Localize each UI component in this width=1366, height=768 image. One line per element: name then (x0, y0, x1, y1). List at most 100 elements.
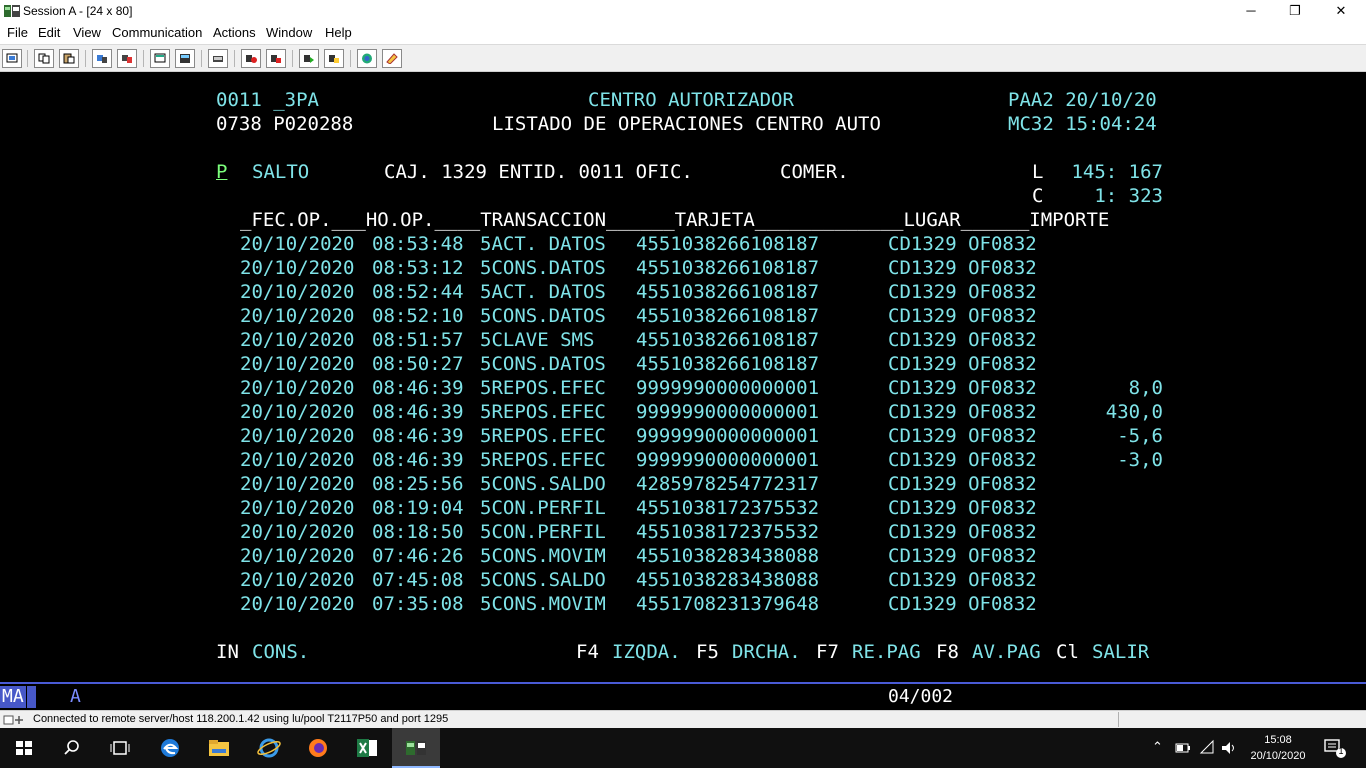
row-importe: 8,0 (1128, 377, 1163, 399)
toolbar-separator (292, 50, 293, 67)
maximize-button[interactable]: ❐ (1272, 0, 1318, 22)
row-fecha: 20/10/2020 (240, 377, 355, 399)
row-transaccion: 5CON.PERFIL (480, 521, 606, 543)
menu-file[interactable]: File (7, 25, 28, 40)
receive-file-icon[interactable] (117, 49, 137, 68)
row-transaccion: 5CONS.SALDO (480, 569, 606, 591)
help-tag-icon[interactable] (382, 49, 402, 68)
minimize-button[interactable]: ─ (1228, 0, 1274, 22)
row-lugar: CD1329 OF0832 (888, 305, 1037, 327)
title-bar: Session A - [24 x 80] ─ ❐ ✕ (0, 0, 1366, 22)
f8-av-pag[interactable]: AV.PAG (972, 640, 1041, 664)
toolbar-separator (143, 50, 144, 67)
taskbar: ⌃ 15:08 20/10/2020 1 (0, 728, 1366, 768)
row-transaccion: 5CONS.SALDO (480, 473, 606, 495)
pcomm-session-icon[interactable] (392, 728, 440, 768)
menu-actions[interactable]: Actions (213, 25, 256, 40)
row-transaccion: 5CON.PERFIL (480, 497, 606, 519)
row-importe: 430,0 (1105, 401, 1163, 423)
stop-macro-icon[interactable] (266, 49, 286, 68)
row-lugar: CD1329 OF0832 (888, 473, 1037, 495)
tray-clock[interactable]: 15:08 20/10/2020 (1250, 732, 1306, 764)
row-transaccion: 5ACT. DATOS (480, 233, 606, 255)
menu-communication[interactable]: Communication (112, 25, 202, 40)
caj-entid-ofic-label: CAJ. 1329 ENTID. 0011 OFIC. (384, 161, 693, 183)
action-center-icon[interactable]: 1 (1322, 736, 1348, 760)
toolbar-separator (350, 50, 351, 67)
record-macro-icon[interactable] (241, 49, 261, 68)
menu-edit[interactable]: Edit (38, 25, 60, 40)
line-label: L (1032, 161, 1044, 183)
f5-key[interactable]: F5 (696, 640, 719, 664)
cursor-position: 04/002 (888, 686, 954, 707)
row-transaccion: 5CONS.DATOS (480, 353, 606, 375)
keypad-icon[interactable] (175, 49, 195, 68)
windows-start-icon[interactable] (0, 728, 48, 768)
menu-bar: File Edit View Communication Actions Win… (0, 22, 1366, 44)
row-fecha: 20/10/2020 (240, 305, 355, 327)
edge-icon[interactable] (146, 728, 194, 768)
row-fecha: 20/10/2020 (240, 473, 355, 495)
row-fecha: 20/10/2020 (240, 233, 355, 255)
search-icon[interactable] (48, 728, 96, 768)
send-file-icon[interactable] (92, 49, 112, 68)
f8-key[interactable]: F8 (936, 640, 959, 664)
menu-help[interactable]: Help (325, 25, 352, 40)
display-setup-icon[interactable] (150, 49, 170, 68)
row-lugar: CD1329 OF0832 (888, 569, 1037, 591)
oia-mode: MA (0, 686, 26, 708)
toolbar-separator (201, 50, 202, 67)
row-tarjeta: 4551038283438088 (636, 569, 820, 591)
row-hora: 08:46:39 (372, 425, 464, 447)
in-value: CONS. (252, 641, 310, 663)
f4-izqda[interactable]: IZQDA. (612, 640, 681, 664)
row-fecha: 20/10/2020 (240, 329, 355, 351)
row-hora: 08:52:10 (372, 305, 464, 327)
macro-list-icon[interactable] (324, 49, 344, 68)
battery-icon[interactable] (1174, 739, 1192, 757)
f7-re-pag[interactable]: RE.PAG (852, 640, 921, 664)
row-tarjeta: 4551038266108187 (636, 257, 820, 279)
network-icon[interactable] (1199, 739, 1217, 757)
clear-key[interactable]: Cl (1056, 640, 1079, 664)
color-map-icon[interactable] (208, 49, 228, 68)
notification-count: 1 (1338, 746, 1344, 756)
internet-explorer-icon[interactable] (245, 728, 293, 768)
copy-icon[interactable] (34, 49, 54, 68)
row-hora: 08:25:56 (372, 473, 464, 495)
close-button[interactable]: ✕ (1318, 0, 1364, 22)
row-hora: 08:52:44 (372, 281, 464, 303)
row-transaccion: 5REPOS.EFEC (480, 449, 606, 471)
f4-key[interactable]: F4 (576, 640, 599, 664)
salto-label: SALTO (252, 161, 310, 183)
excel-icon[interactable] (343, 728, 391, 768)
chevron-up-icon[interactable]: ⌃ (1152, 739, 1163, 757)
row-hora: 08:53:12 (372, 257, 464, 279)
row-lugar: CD1329 OF0832 (888, 329, 1037, 351)
play-macro-icon[interactable] (299, 49, 319, 68)
row-importe: -5,6 (1117, 425, 1163, 447)
row-tarjeta: 4551708231379648 (636, 593, 820, 615)
menu-view[interactable]: View (73, 25, 101, 40)
row-hora: 07:46:26 (372, 545, 464, 567)
firefox-icon[interactable] (294, 728, 342, 768)
menu-window[interactable]: Window (266, 25, 312, 40)
f5-drcha[interactable]: DRCHA. (732, 640, 801, 664)
file-explorer-icon[interactable] (195, 728, 243, 768)
row-transaccion: 5CONS.MOVIM (480, 545, 606, 567)
p-input-field[interactable]: P (216, 160, 227, 184)
task-view-icon[interactable] (96, 728, 144, 768)
row-tarjeta: 4551038283438088 (636, 545, 820, 567)
print-screen-icon[interactable] (2, 49, 22, 68)
support-icon[interactable] (357, 49, 377, 68)
f7-key[interactable]: F7 (816, 640, 839, 664)
row-hora: 08:19:04 (372, 497, 464, 519)
paste-icon[interactable] (59, 49, 79, 68)
clear-salir[interactable]: SALIR (1092, 640, 1149, 664)
terminal-screen[interactable]: 0011 _3PA CENTRO AUTORIZADOR PAA2 20/10/… (0, 72, 1366, 680)
row-fecha: 20/10/2020 (240, 281, 355, 303)
column-label: C (1032, 185, 1044, 207)
oia-cursor-block (27, 686, 36, 708)
volume-icon[interactable] (1220, 739, 1238, 757)
row-lugar: CD1329 OF0832 (888, 545, 1037, 567)
